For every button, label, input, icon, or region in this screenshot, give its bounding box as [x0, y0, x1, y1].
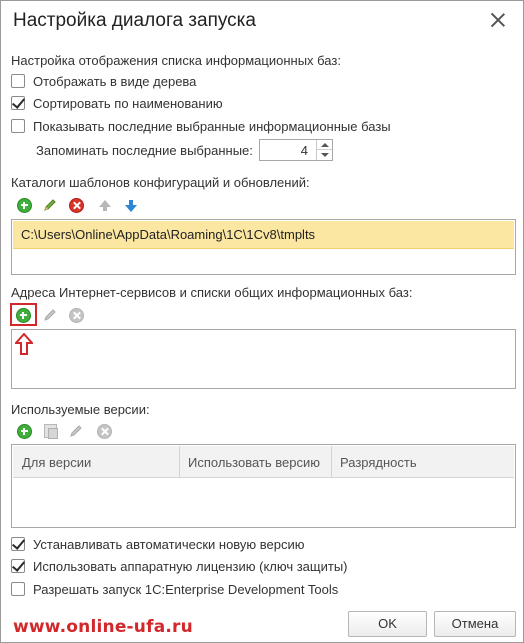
templates-move-down-button[interactable]	[122, 196, 140, 214]
services-heading: Адреса Интернет-сервисов и списки общих …	[11, 285, 413, 300]
remember-recent-value[interactable]: 4	[301, 143, 308, 158]
templates-edit-button[interactable]	[41, 196, 59, 214]
versions-copy-button[interactable]	[41, 422, 59, 440]
launch-settings-dialog: Настройка диалога запуска Настройка отоб…	[0, 0, 524, 643]
templates-delete-button[interactable]	[67, 196, 85, 214]
hardware-license-label: Использовать аппаратную лицензию (ключ з…	[33, 559, 348, 574]
close-icon[interactable]	[491, 13, 505, 27]
versions-delete-button[interactable]	[95, 422, 113, 440]
services-list[interactable]	[11, 329, 516, 389]
delete-icon	[68, 197, 84, 213]
ok-button[interactable]: OK	[348, 611, 427, 637]
pencil-icon	[44, 309, 56, 321]
template-path: C:\Users\Online\AppData\Roaming\1C\1Cv8\…	[21, 227, 316, 242]
add-icon	[15, 307, 31, 323]
arrow-down-icon	[125, 199, 137, 212]
column-header-use-version[interactable]: Использовать версию	[188, 455, 320, 470]
tree-view-label: Отображать в виде дерева	[33, 74, 197, 89]
add-icon	[16, 423, 32, 439]
versions-heading: Используемые версии:	[11, 402, 150, 417]
tree-view-checkbox[interactable]	[11, 74, 25, 88]
pencil-icon	[70, 425, 82, 437]
delete-icon	[96, 423, 112, 439]
remember-recent-stepper[interactable]: 4	[259, 139, 333, 161]
versions-table-header: Для версии Использовать версию Разряднос…	[13, 446, 514, 478]
stepper-down-icon[interactable]	[321, 153, 329, 157]
services-delete-button[interactable]	[67, 306, 85, 324]
hardware-license-checkbox[interactable]	[11, 559, 25, 573]
auto-install-label: Устанавливать автоматически новую версию	[33, 537, 305, 552]
edt-launch-label: Разрешать запуск 1C:Enterprise Developme…	[33, 582, 339, 597]
watermark: www.online-ufa.ru	[13, 617, 193, 637]
versions-edit-button[interactable]	[67, 422, 85, 440]
stepper-up-icon[interactable]	[321, 143, 329, 147]
copy-icon	[43, 424, 58, 439]
services-edit-button[interactable]	[41, 306, 59, 324]
templates-move-up-button[interactable]	[96, 196, 114, 214]
show-recent-label: Показывать последние выбранные информаци…	[33, 119, 391, 134]
column-header-bitness[interactable]: Разрядность	[340, 455, 417, 470]
templates-heading: Каталоги шаблонов конфигураций и обновле…	[11, 175, 310, 190]
versions-table[interactable]: Для версии Использовать версию Разряднос…	[11, 444, 516, 528]
edt-launch-checkbox[interactable]	[11, 582, 25, 596]
dialog-title: Настройка диалога запуска	[13, 10, 256, 31]
cancel-button[interactable]: Отмена	[434, 611, 516, 637]
remember-recent-label: Запоминать последние выбранные:	[36, 143, 253, 158]
show-recent-checkbox[interactable]	[11, 119, 25, 133]
sort-by-name-label: Сортировать по наименованию	[33, 96, 223, 111]
red-arrow-up-icon	[15, 333, 33, 355]
display-settings-heading: Настройка отображения списка информацион…	[11, 53, 341, 68]
templates-list[interactable]: C:\Users\Online\AppData\Roaming\1C\1Cv8\…	[11, 219, 516, 275]
versions-add-button[interactable]	[15, 422, 33, 440]
arrow-up-icon	[99, 199, 111, 211]
column-header-for-version[interactable]: Для версии	[22, 455, 91, 470]
pencil-icon	[44, 199, 56, 211]
sort-by-name-checkbox[interactable]	[11, 96, 25, 110]
delete-icon	[68, 307, 84, 323]
list-item[interactable]: C:\Users\Online\AppData\Roaming\1C\1Cv8\…	[13, 221, 514, 249]
auto-install-checkbox[interactable]	[11, 537, 25, 551]
add-icon	[16, 197, 32, 213]
services-add-button[interactable]	[14, 306, 32, 324]
templates-add-button[interactable]	[15, 196, 33, 214]
